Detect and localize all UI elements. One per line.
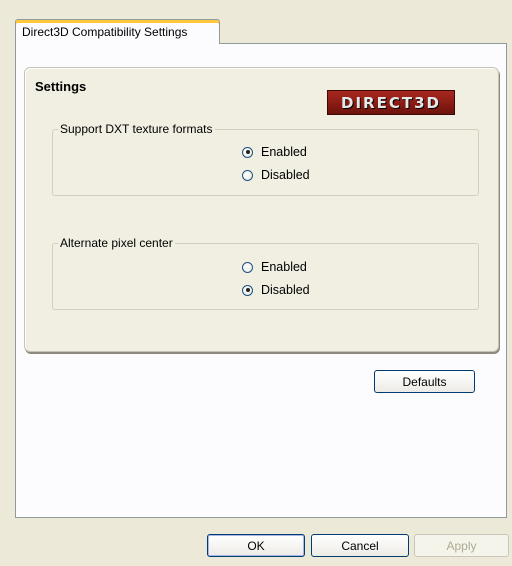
defaults-button[interactable]: Defaults — [374, 370, 475, 393]
radio-checked-icon — [242, 146, 253, 158]
cancel-button[interactable]: Cancel — [311, 534, 409, 557]
panel-title: Settings — [35, 79, 87, 94]
dxt-texture-formats-group: Support DXT texture formats — [52, 122, 479, 196]
group-label: Alternate pixel center — [60, 236, 173, 250]
radio-label: Disabled — [261, 168, 310, 182]
radio-unchecked-icon — [242, 261, 253, 273]
apply-button[interactable]: Apply — [414, 534, 509, 557]
tab-label: Direct3D Compatibility Settings — [22, 25, 188, 39]
radio-checked-icon — [242, 284, 253, 296]
radio-label: Enabled — [261, 260, 307, 274]
radio-unchecked-icon — [242, 169, 253, 181]
pixel-center-disabled-radio[interactable]: Disabled — [242, 283, 310, 297]
dxt-disabled-radio[interactable]: Disabled — [242, 168, 310, 182]
direct3d-logo: DIRECT3D — [327, 90, 455, 115]
group-label: Support DXT texture formats — [60, 122, 213, 136]
ok-button[interactable]: OK — [207, 534, 305, 557]
radio-label: Disabled — [261, 283, 310, 297]
tab-direct3d-compatibility-settings[interactable]: Direct3D Compatibility Settings — [15, 19, 220, 44]
radio-label: Enabled — [261, 145, 307, 159]
direct3d-logo-text: DIRECT3D — [341, 93, 441, 112]
pixel-center-enabled-radio[interactable]: Enabled — [242, 260, 307, 274]
dxt-enabled-radio[interactable]: Enabled — [242, 145, 307, 159]
